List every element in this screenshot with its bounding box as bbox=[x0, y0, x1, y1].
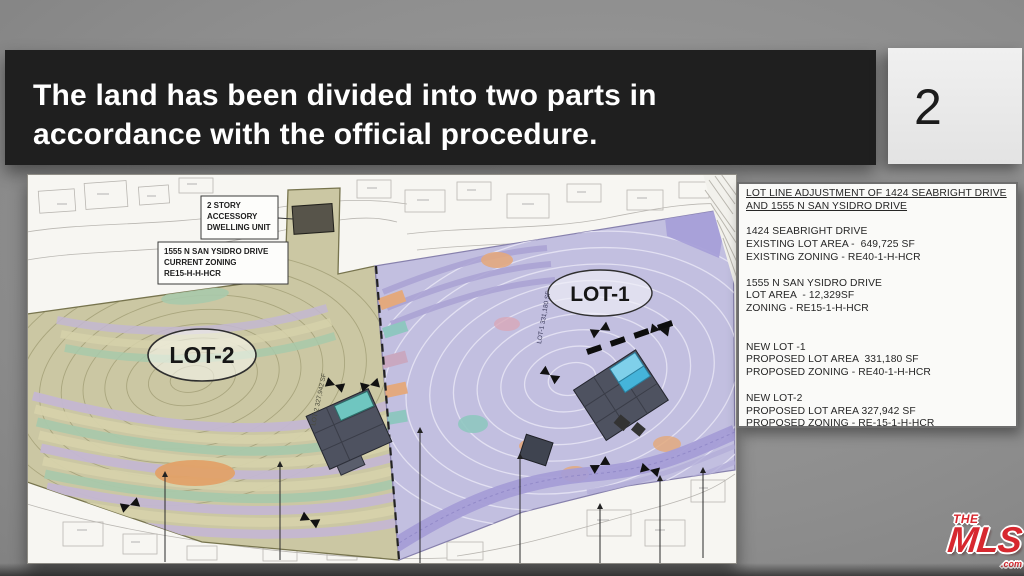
site-plan-drawing: LOT-2 LOT-1 LOT-1 331,180 SF LOT-2 327,9… bbox=[27, 174, 737, 564]
lot1-label: LOT-1 bbox=[570, 283, 630, 306]
page-number-box: 2 bbox=[888, 48, 1022, 164]
slide-caption: The land has been divided into two parts… bbox=[33, 76, 657, 154]
info-line: LOT AREA - 12,329SF bbox=[746, 290, 1009, 303]
info-line bbox=[746, 380, 1009, 393]
slide: The land has been divided into two parts… bbox=[0, 0, 1024, 576]
info-line: PROPOSED LOT AREA 327,942 SF bbox=[746, 406, 1009, 419]
info-title-line-1: LOT LINE ADJUSTMENT OF 1424 SEABRIGHT DR… bbox=[746, 188, 1009, 201]
bottom-shadow bbox=[0, 563, 1024, 576]
info-line bbox=[746, 265, 1009, 278]
info-line: EXISTING LOT AREA - 649,725 SF bbox=[746, 239, 1009, 252]
lot-line-adjustment-info-box: LOT LINE ADJUSTMENT OF 1424 SEABRIGHT DR… bbox=[737, 182, 1018, 428]
callout-zoning: 1555 N SAN YSIDRO DRIVE CURRENT ZONING R… bbox=[158, 242, 288, 284]
callout-adu-line3: DWELLING UNIT bbox=[207, 223, 271, 232]
adu-building bbox=[292, 204, 334, 235]
caption-line-1: The land has been divided into two parts… bbox=[33, 76, 657, 115]
info-line: ZONING - RE15-1-H-HCR bbox=[746, 303, 1009, 316]
info-line: PROPOSED ZONING - RE40-1-H-HCR bbox=[746, 367, 1009, 380]
callout-zoning-line3: RE15-H-H-HCR bbox=[164, 269, 221, 278]
callout-zoning-line2: CURRENT ZONING bbox=[164, 258, 236, 267]
info-line: PROPOSED ZONING - RE-15-1-H-HCR bbox=[746, 418, 1009, 431]
callout-adu-line1: 2 STORY bbox=[207, 201, 241, 210]
info-line: 1555 N SAN YSIDRO DRIVE bbox=[746, 278, 1009, 291]
info-line: 1424 SEABRIGHT DRIVE bbox=[746, 226, 1009, 239]
info-line: NEW LOT -1 bbox=[746, 342, 1009, 355]
info-line bbox=[746, 329, 1009, 342]
callout-adu-line2: ACCESSORY bbox=[207, 212, 258, 221]
callout-zoning-line1: 1555 N SAN YSIDRO DRIVE bbox=[164, 247, 269, 256]
site-plan-map: LOT-2 LOT-1 LOT-1 331,180 SF LOT-2 327,9… bbox=[27, 174, 737, 564]
page-number: 2 bbox=[914, 48, 942, 164]
title-banner: The land has been divided into two parts… bbox=[5, 50, 876, 165]
mls-logo-mls: MLS bbox=[946, 519, 1023, 561]
info-line: NEW LOT-2 bbox=[746, 393, 1009, 406]
info-title-line-2: AND 1555 N SAN YSIDRO DRIVE bbox=[746, 201, 1009, 214]
caption-line-2: accordance with the official procedure. bbox=[33, 115, 657, 154]
info-line: PROPOSED LOT AREA 331,180 SF bbox=[746, 354, 1009, 367]
lot2-label: LOT-2 bbox=[169, 342, 234, 368]
info-line: EXISTING ZONING - RE40-1-H-HCR bbox=[746, 252, 1009, 265]
info-line bbox=[746, 316, 1009, 329]
